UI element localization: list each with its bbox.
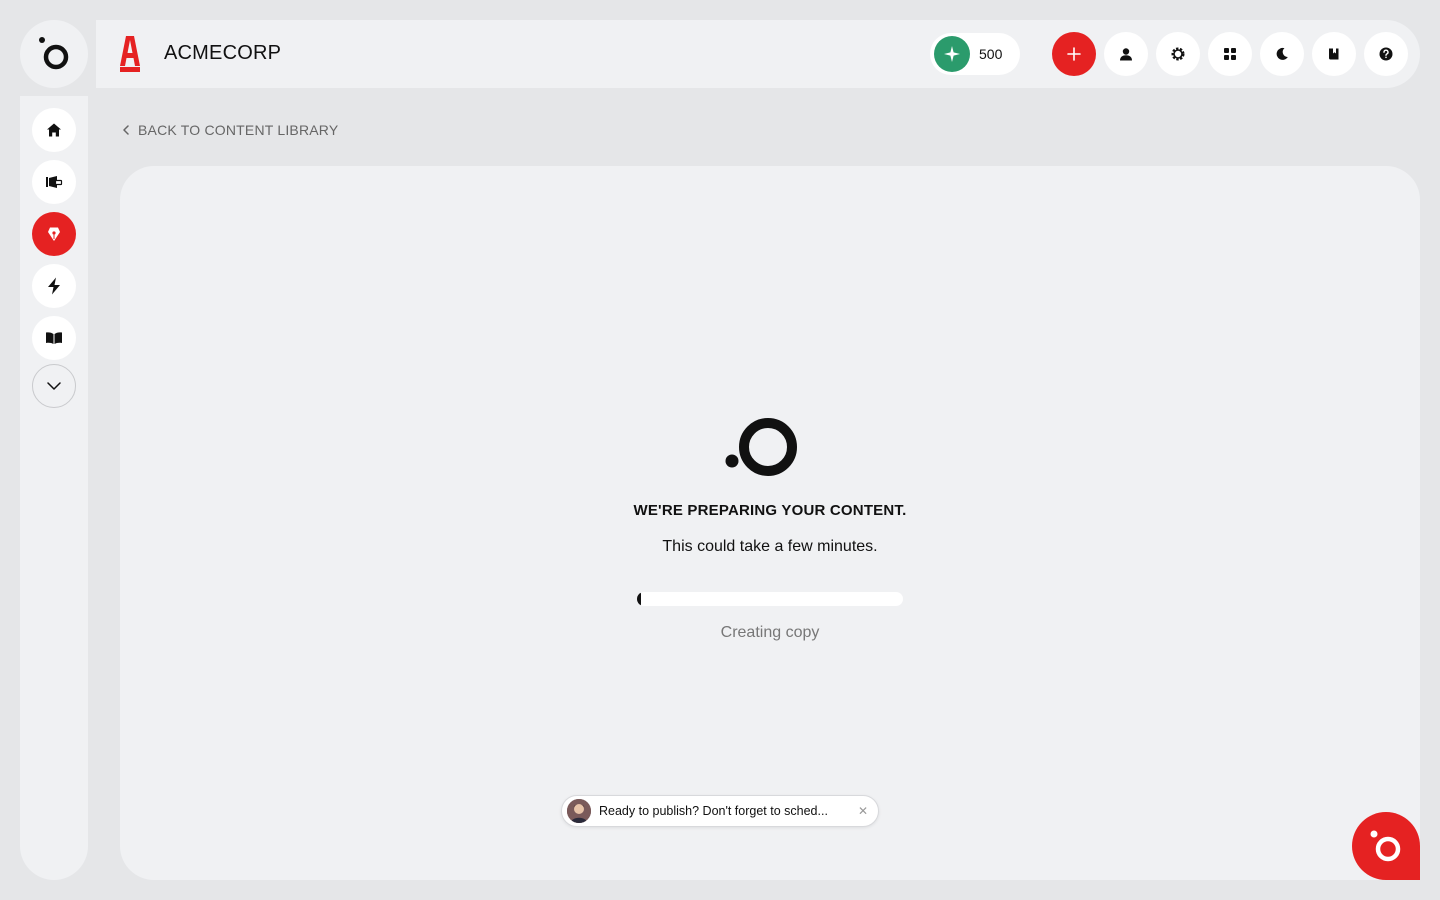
top-bar: ACMECORP 500 — [96, 20, 1420, 88]
moon-icon — [1276, 47, 1288, 60]
brand-logo[interactable] — [118, 34, 142, 74]
sidebar-expand-button[interactable] — [32, 364, 76, 408]
sidebar-item-content[interactable] — [32, 212, 76, 256]
sidebar-item-home[interactable] — [32, 108, 76, 152]
apps-button[interactable] — [1208, 32, 1252, 76]
app-logo-icon — [39, 37, 69, 70]
loader-logo-icon — [725, 418, 797, 476]
add-icon — [1067, 47, 1081, 61]
back-to-library-link[interactable]: BACK TO CONTENT LIBRARY — [122, 122, 338, 138]
progress-bar — [637, 592, 903, 606]
loading-title: WE'RE PREPARING YOUR CONTENT. — [633, 502, 907, 519]
loading-subtitle: This could take a few minutes. — [662, 538, 878, 555]
profile-button[interactable] — [1104, 32, 1148, 76]
brand-name: ACMECORP — [164, 42, 282, 64]
settings-button[interactable] — [1156, 32, 1200, 76]
progress-status: Creating copy — [720, 624, 820, 641]
dark-mode-toggle[interactable] — [1260, 32, 1304, 76]
sidebar-item-automations[interactable] — [32, 264, 76, 308]
chevron-down-icon — [47, 382, 61, 390]
help-icon — [1379, 47, 1393, 61]
credits-count: 500 — [979, 46, 1003, 62]
credits-badge[interactable]: 500 — [930, 33, 1020, 75]
pen-nib-icon — [48, 227, 60, 241]
app-logo[interactable] — [20, 20, 88, 88]
sparkle-icon — [934, 36, 970, 72]
close-icon[interactable]: ✕ — [858, 804, 868, 818]
lightning-icon — [48, 277, 60, 295]
sidebar-item-library[interactable] — [32, 316, 76, 360]
toast-message: Ready to publish? Don't forget to sched.… — [599, 804, 828, 818]
assistant-button[interactable] — [1352, 812, 1420, 880]
guide-button[interactable] — [1312, 32, 1356, 76]
publish-reminder-toast[interactable]: Ready to publish? Don't forget to sched.… — [561, 795, 879, 827]
chevron-left-icon — [123, 125, 129, 135]
content-panel: WE'RE PREPARING YOUR CONTENT. This could… — [120, 166, 1420, 880]
back-link-label: BACK TO CONTENT LIBRARY — [138, 122, 339, 138]
sidebar — [20, 96, 88, 880]
help-button[interactable] — [1364, 32, 1408, 76]
book-icon — [1329, 48, 1339, 60]
create-button[interactable] — [1052, 32, 1096, 76]
open-book-icon — [46, 332, 62, 344]
avatar — [567, 799, 591, 823]
assistant-logo-icon — [1370, 830, 1401, 862]
user-icon — [1120, 48, 1132, 61]
grid-icon — [1224, 48, 1236, 60]
megaphone-icon — [46, 176, 63, 188]
settings-icon — [1171, 47, 1185, 61]
progress-fill — [637, 592, 641, 606]
home-icon — [47, 123, 61, 137]
sidebar-item-campaigns[interactable] — [32, 160, 76, 204]
